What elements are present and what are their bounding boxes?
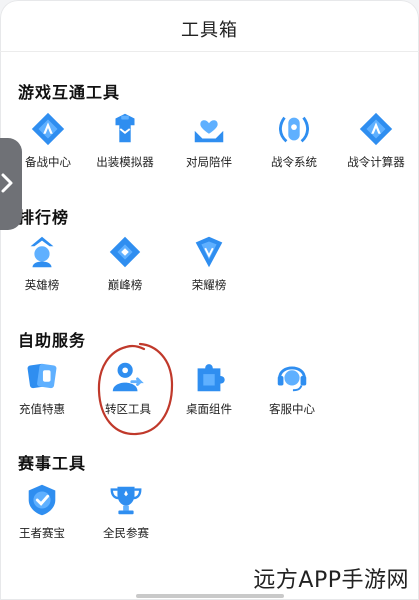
- service-recharge-deals[interactable]: 充值特惠: [2, 357, 82, 417]
- toolbox-sheet: 工具箱 游戏互通工具 备战中心 出装模拟器 对局陪伴 战令系统 战令计算器 排行…: [0, 0, 419, 600]
- cards-icon: [23, 357, 61, 395]
- hands-heart-icon: [190, 110, 228, 148]
- hero-icon: [23, 233, 61, 271]
- tool-match-companion[interactable]: 对局陪伴: [169, 110, 249, 170]
- war-token-icon: [275, 110, 313, 148]
- diamond-a-icon: [29, 110, 67, 148]
- home-indicator[interactable]: [136, 594, 284, 598]
- tool-war-token-calculator[interactable]: 战令计算器: [336, 110, 416, 170]
- section-title-self-service: 自助服务: [18, 331, 87, 350]
- diamond-a-icon: [357, 110, 395, 148]
- tool-label: 桌面组件: [186, 402, 232, 416]
- tool-label: 巅峰榜: [107, 278, 143, 292]
- armor-icon: [106, 110, 144, 148]
- tool-label: 全民参赛: [103, 526, 149, 540]
- tournament-everyone-participates[interactable]: 全民参赛: [86, 481, 166, 541]
- service-customer-center[interactable]: 客服中心: [252, 357, 332, 417]
- puzzle-icon: [190, 357, 228, 395]
- tool-label: 客服中心: [269, 402, 315, 416]
- service-desktop-widget[interactable]: 桌面组件: [169, 357, 249, 417]
- tool-label: 出装模拟器: [96, 155, 154, 169]
- tool-label: 王者赛宝: [19, 526, 65, 540]
- annotation-circle: [97, 342, 174, 436]
- peak-icon: [106, 233, 144, 271]
- header-divider: [0, 51, 419, 52]
- ranking-glory[interactable]: 荣耀榜: [169, 233, 249, 293]
- tournament-king-saibao[interactable]: 王者赛宝: [2, 481, 82, 541]
- tool-label: 战令计算器: [347, 155, 405, 169]
- glory-shield-icon: [190, 233, 228, 271]
- ranking-peak[interactable]: 巅峰榜: [85, 233, 165, 293]
- tool-label: 对局陪伴: [186, 155, 232, 169]
- tool-build-simulator[interactable]: 出装模拟器: [85, 110, 165, 170]
- section-title-interop: 游戏互通工具: [18, 83, 121, 102]
- tool-label: 英雄榜: [24, 278, 60, 292]
- chevron-right-icon: [1, 173, 13, 193]
- section-title-rankings: 排行榜: [18, 208, 70, 227]
- tool-war-token-system[interactable]: 战令系统: [254, 110, 334, 170]
- tool-label: 战令系统: [271, 155, 317, 169]
- tool-label: 充值特惠: [19, 402, 65, 416]
- headset-icon: [273, 357, 311, 395]
- watermark-text: 远方APP手游网: [253, 562, 409, 594]
- tool-label: 荣耀榜: [191, 278, 227, 292]
- section-title-tournament: 赛事工具: [18, 454, 87, 473]
- ranking-heroes[interactable]: 英雄榜: [2, 233, 82, 293]
- check-shield-icon: [23, 481, 61, 519]
- side-collapse-tab[interactable]: [0, 138, 22, 230]
- trophy-icon: [107, 481, 145, 519]
